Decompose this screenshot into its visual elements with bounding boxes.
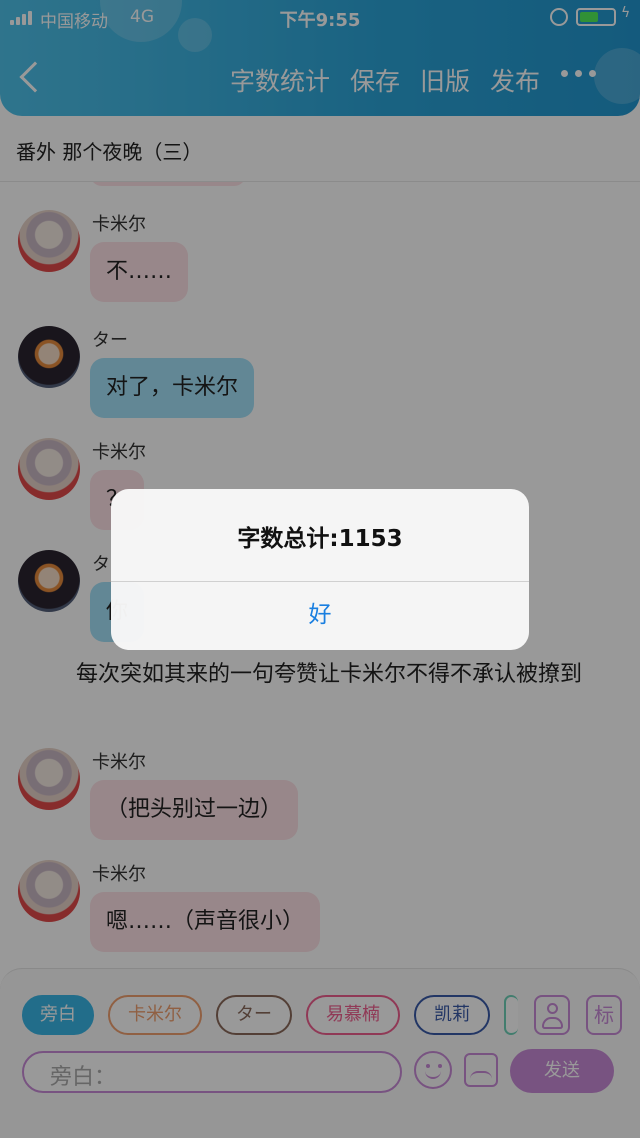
- alert-ok-button[interactable]: 好: [111, 582, 529, 650]
- alert-title: 字数总计:1153: [237, 526, 403, 552]
- word-count-alert: 字数总计:1153 好: [111, 489, 529, 650]
